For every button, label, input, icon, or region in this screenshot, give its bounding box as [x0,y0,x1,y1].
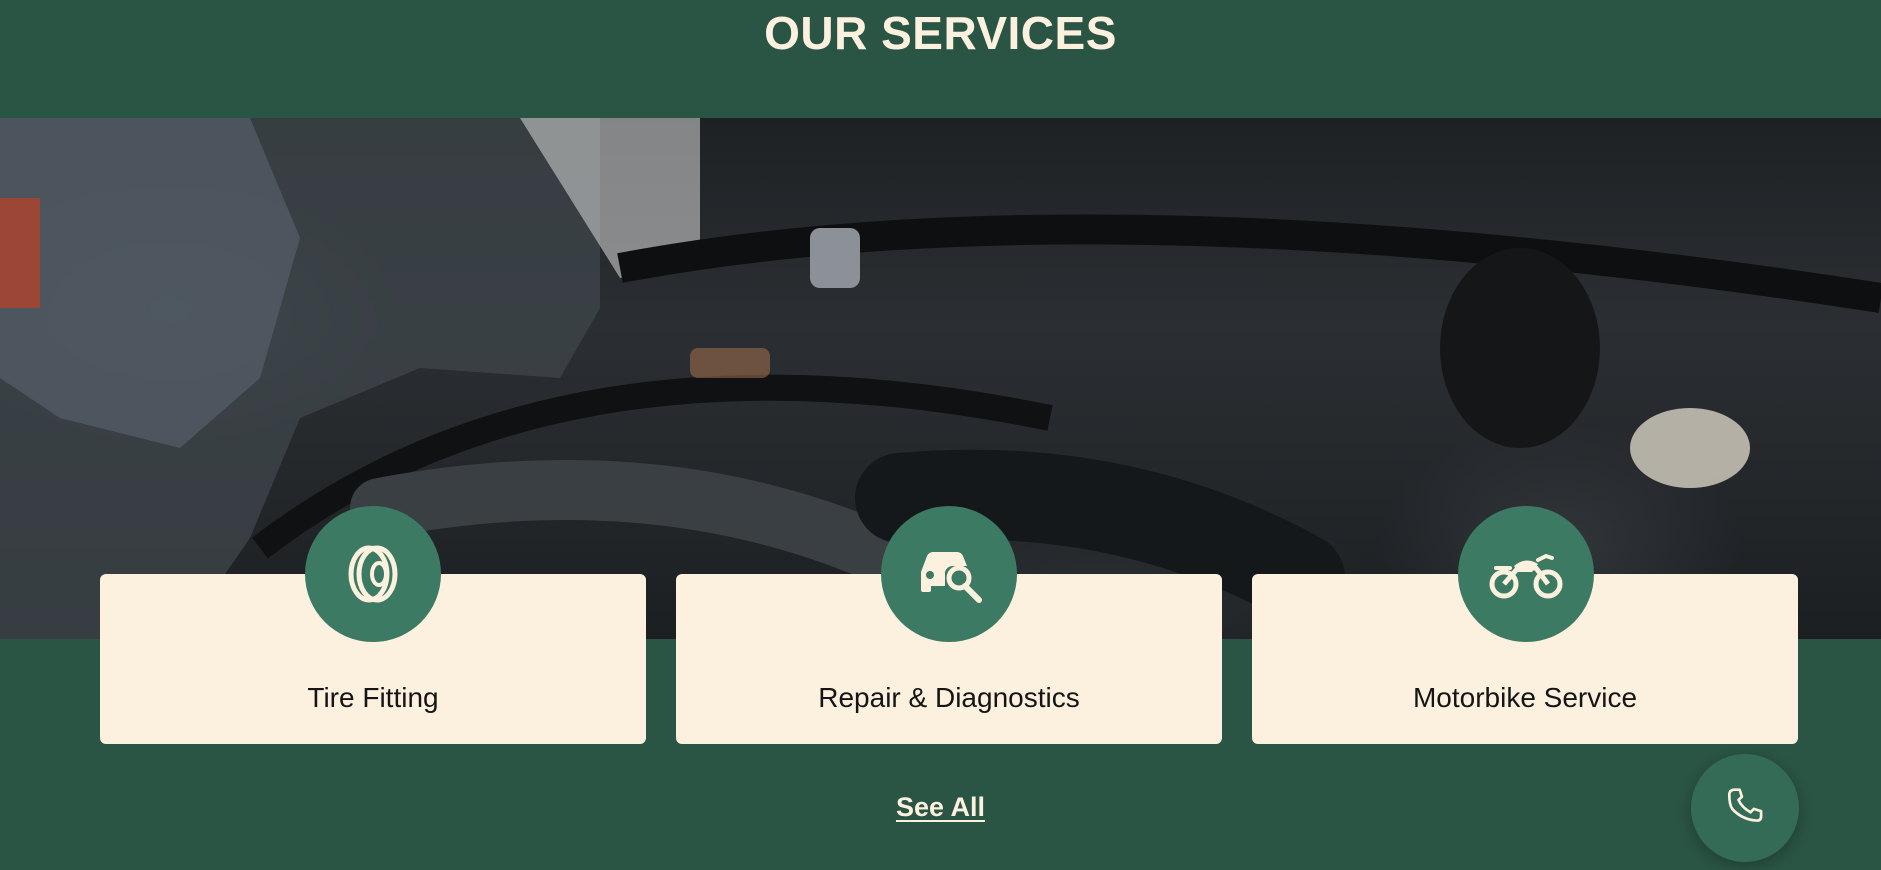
service-label: Repair & Diagnostics [818,682,1080,713]
service-label: Motorbike Service [1412,682,1638,713]
tire-icon [305,506,441,642]
motorbike-icon [1458,506,1594,642]
phone-button[interactable] [1691,754,1799,862]
car-repair-icon [881,506,1017,642]
phone-icon [1722,783,1768,834]
see-all-container: See All [0,792,1881,823]
section-title: OUR SERVICES [764,7,1117,59]
service-label: Tire Fitting [307,682,439,713]
see-all-link[interactable]: See All [896,792,985,822]
